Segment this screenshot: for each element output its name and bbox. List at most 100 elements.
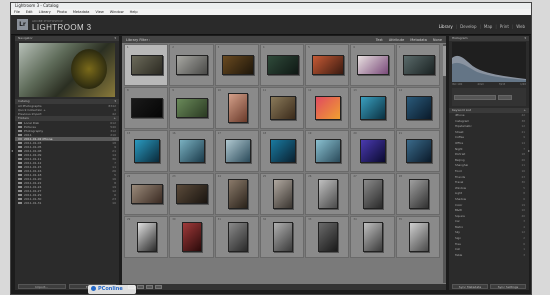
thumbnail-cell[interactable]: 3 xyxy=(214,44,259,86)
thumbnail-index: 22 xyxy=(127,175,131,178)
left-panel-toggle-icon[interactable]: ◂ xyxy=(11,148,14,154)
thumbnail-cell[interactable]: 8 xyxy=(124,87,169,129)
thumbnail-index: 9 xyxy=(172,89,174,92)
thumbnail-cell[interactable]: 33 xyxy=(305,216,350,258)
folder-icon xyxy=(18,137,22,141)
photo-thumbnail xyxy=(176,184,209,204)
thumbnail-cell[interactable]: 30 xyxy=(169,216,214,258)
thumbnail-cell[interactable]: 25 xyxy=(259,173,305,215)
module-map[interactable]: Map xyxy=(484,24,492,29)
thumbnail-cell[interactable]: 2 xyxy=(169,44,214,86)
keyword-count: 3 xyxy=(523,252,525,257)
thumbnail-cell[interactable]: 15 xyxy=(124,130,169,172)
filter-metadata-tab[interactable]: Metadata xyxy=(410,38,427,42)
photo-thumbnail xyxy=(363,222,384,252)
thumbnail-cell[interactable]: 4 xyxy=(259,44,305,86)
thumbnail-cell[interactable]: 11 xyxy=(259,87,305,129)
folder-count: 10 xyxy=(112,201,116,205)
module-web[interactable]: Web xyxy=(516,24,525,29)
histogram-graph xyxy=(452,55,526,82)
module-library[interactable]: Library xyxy=(439,24,453,29)
thumbnail-index: 13 xyxy=(353,89,357,92)
filter-none-tab[interactable]: None xyxy=(433,38,442,42)
photo-thumbnail xyxy=(266,55,299,75)
thumbnail-cell[interactable]: 31 xyxy=(214,216,259,258)
exif-iso: ISO 100 xyxy=(452,83,463,86)
thumbnail-cell[interactable]: 17 xyxy=(214,130,259,172)
thumbnail-cell[interactable]: 9 xyxy=(169,87,214,129)
thumbnail-cell[interactable]: 23 xyxy=(169,173,214,215)
folder-label: 2011-01-31 xyxy=(24,201,42,205)
thumbnail-cell[interactable]: 34 xyxy=(350,216,395,258)
photo-thumbnail xyxy=(131,55,163,75)
thumbnail-cell[interactable]: 35 xyxy=(395,216,440,258)
navigator-preview[interactable] xyxy=(19,43,115,97)
compare-view-button[interactable] xyxy=(146,285,153,289)
thumbnail-cell[interactable]: 24 xyxy=(214,173,259,215)
survey-view-button[interactable] xyxy=(155,285,162,289)
thumbnail-index: 3 xyxy=(217,46,220,49)
photo-thumbnail xyxy=(408,222,429,252)
folder-icon xyxy=(18,125,22,129)
thumbnail-cell[interactable]: 1 xyxy=(124,44,169,86)
thumbnail-cell[interactable]: 7 xyxy=(395,44,440,86)
keyword-label: Table xyxy=(455,252,463,257)
thumbnail-cell[interactable]: 18 xyxy=(259,130,305,172)
keyword-list: iPhone 42 Instagram 38 Hipstamatic 12 Street 21… xyxy=(449,113,529,258)
thumbnail-cell[interactable]: 20 xyxy=(350,130,395,172)
sync-metadata-button[interactable]: Sync Metadata xyxy=(452,284,488,289)
filter-text-tab[interactable]: Text xyxy=(376,38,383,42)
photo-thumbnail xyxy=(405,139,432,163)
keyword-item[interactable]: Table 3 xyxy=(449,253,529,259)
product-name: LIGHTROOM 3 xyxy=(32,23,92,32)
right-panel-toggle-icon[interactable]: ▸ xyxy=(528,148,531,154)
photo-thumbnail xyxy=(402,55,435,75)
library-filter-bar: Library Filter : Text Attribute Metadata… xyxy=(122,36,446,43)
grid-scrollbar[interactable] xyxy=(443,44,446,283)
watermark-logo-icon xyxy=(91,286,96,291)
thumbnail-index: 31 xyxy=(217,218,221,221)
thumbnail-cell[interactable]: 22 xyxy=(124,173,169,215)
thumbnail-index: 34 xyxy=(353,218,357,221)
navigator-header[interactable]: Navigator ▾ xyxy=(15,36,119,41)
thumbnail-cell[interactable]: 21 xyxy=(395,130,440,172)
folder-item[interactable]: 2011-01-31 10 xyxy=(15,201,119,205)
module-picker: Library | Develop | Map | Print | Web xyxy=(439,24,525,29)
folder-icon xyxy=(18,197,22,201)
thumbnail-cell[interactable]: 10 xyxy=(214,87,259,129)
module-develop[interactable]: Develop xyxy=(460,24,476,29)
quick-develop-reset[interactable] xyxy=(498,94,512,100)
exif-focal: 4mm xyxy=(477,83,485,86)
photo-thumbnail xyxy=(272,179,293,209)
thumbnail-cell[interactable]: 19 xyxy=(305,130,350,172)
thumbnail-row: 8 9 10 11 12 13 14 xyxy=(124,87,440,129)
thumbnail-index: 28 xyxy=(398,175,402,178)
loupe-view-button[interactable] xyxy=(137,285,144,289)
photo-thumbnail xyxy=(315,96,342,120)
thumbnail-cell[interactable]: 28 xyxy=(395,173,440,215)
import-button[interactable]: Import... xyxy=(18,284,66,289)
thumbnail-cell[interactable]: 32 xyxy=(259,216,305,258)
thumbnail-cell[interactable]: 29 xyxy=(124,216,169,258)
filter-attribute-tab[interactable]: Attribute xyxy=(389,38,404,42)
thumbnail-cell[interactable]: 13 xyxy=(350,87,395,129)
right-panel: Histogram ▾ ISO 100 4mm f/2.8 1/20 Keywor… xyxy=(449,36,529,290)
thumbnail-cell[interactable]: 14 xyxy=(395,87,440,129)
thumbnail-cell[interactable]: 16 xyxy=(169,130,214,172)
photo-thumbnail xyxy=(318,222,339,252)
folder-icon xyxy=(18,161,22,165)
thumbnail-index: 35 xyxy=(398,218,402,221)
thumbnail-index: 25 xyxy=(262,175,267,178)
thumbnail-cell[interactable]: 12 xyxy=(305,87,350,129)
triangle-icon: ▾ xyxy=(524,36,526,40)
module-print[interactable]: Print xyxy=(500,24,509,29)
histogram-header[interactable]: Histogram ▾ xyxy=(449,36,529,41)
thumbnail-cell[interactable]: 26 xyxy=(305,173,350,215)
thumbnail-cell[interactable]: 6 xyxy=(350,44,395,86)
thumbnail-cell[interactable]: 27 xyxy=(350,173,395,215)
thumbnail-index: 15 xyxy=(127,132,131,135)
sync-settings-button[interactable]: Sync Settings xyxy=(490,284,526,289)
photo-thumbnail xyxy=(315,139,342,163)
quick-develop-preset[interactable] xyxy=(454,94,496,100)
thumbnail-cell[interactable]: 5 xyxy=(305,44,350,86)
